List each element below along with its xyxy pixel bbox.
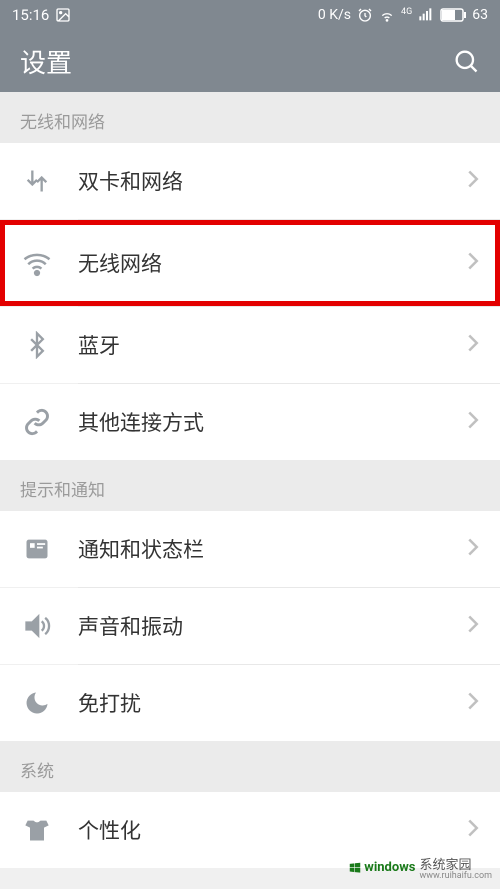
settings-item-dnd[interactable]: 免打扰 xyxy=(0,665,500,741)
watermark-url: www.ruihaifu.com xyxy=(419,871,492,881)
section-header-wireless: 无线和网络 xyxy=(0,92,500,143)
link-icon xyxy=(20,405,54,439)
settings-item-notifications[interactable]: 通知和状态栏 xyxy=(0,511,500,587)
item-label: 蓝牙 xyxy=(78,330,466,360)
status-left: 15:16 xyxy=(12,6,71,24)
signal-icon xyxy=(418,7,434,23)
page-title: 设置 xyxy=(20,43,72,80)
net-speed-label: 0 K/s xyxy=(318,7,351,23)
battery-icon xyxy=(440,8,466,22)
item-label: 通知和状态栏 xyxy=(78,534,466,564)
item-label: 个性化 xyxy=(78,815,466,845)
bluetooth-icon xyxy=(20,328,54,362)
status-bar: 15:16 0 K/s 4G 63 xyxy=(0,0,500,30)
notification-icon xyxy=(20,532,54,566)
item-label: 声音和振动 xyxy=(78,611,466,641)
settings-item-bluetooth[interactable]: 蓝牙 xyxy=(0,307,500,383)
tshirt-icon xyxy=(20,813,54,847)
search-button[interactable] xyxy=(452,47,480,75)
section-header-notify: 提示和通知 xyxy=(0,460,500,511)
chevron-right-icon xyxy=(466,169,480,193)
chevron-right-icon xyxy=(466,818,480,842)
sound-icon xyxy=(20,609,54,643)
status-right: 0 K/s 4G 63 xyxy=(318,7,488,23)
item-label: 双卡和网络 xyxy=(78,166,466,196)
chevron-right-icon xyxy=(466,251,480,275)
item-label: 其他连接方式 xyxy=(78,407,466,437)
alarm-icon xyxy=(357,7,373,23)
status-time: 15:16 xyxy=(12,6,49,24)
section-header-system: 系统 xyxy=(0,741,500,792)
settings-item-other-connections[interactable]: 其他连接方式 xyxy=(0,384,500,460)
app-header: 设置 xyxy=(0,30,500,92)
chevron-right-icon xyxy=(466,537,480,561)
item-label: 免打扰 xyxy=(78,688,466,718)
chevron-right-icon xyxy=(466,410,480,434)
wifi-icon xyxy=(379,7,395,23)
chevron-right-icon xyxy=(466,333,480,357)
image-icon xyxy=(55,7,71,23)
settings-item-wifi[interactable]: 无线网络 xyxy=(0,220,500,306)
chevron-right-icon xyxy=(466,691,480,715)
chevron-right-icon xyxy=(466,614,480,638)
mobile-gen-label: 4G xyxy=(401,7,412,17)
dual-sim-icon xyxy=(20,164,54,198)
battery-label: 63 xyxy=(472,7,488,23)
wifi-icon xyxy=(20,246,54,280)
settings-item-dual-sim[interactable]: 双卡和网络 xyxy=(0,143,500,219)
item-label: 无线网络 xyxy=(78,248,466,278)
settings-item-sound[interactable]: 声音和振动 xyxy=(0,588,500,664)
watermark: windows 系统家园 www.ruihaifu.com xyxy=(348,854,492,881)
moon-icon xyxy=(20,686,54,720)
watermark-brand: windows xyxy=(364,860,415,875)
windows-logo-icon: windows xyxy=(348,860,415,875)
